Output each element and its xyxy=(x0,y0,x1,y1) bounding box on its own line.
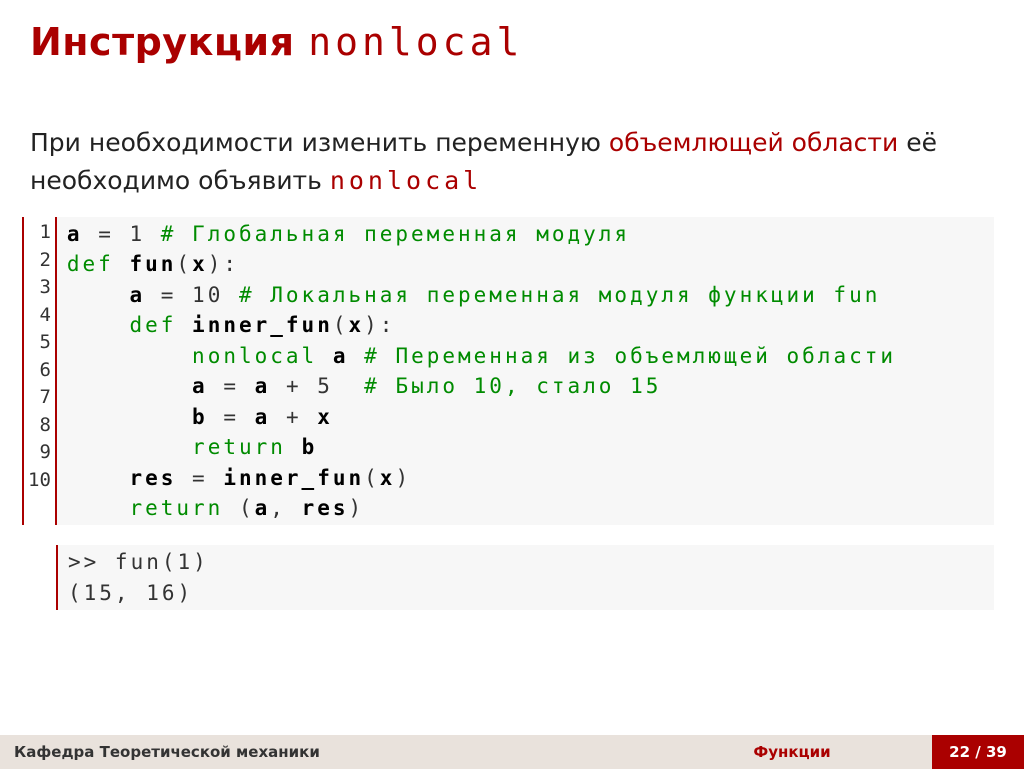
line-number: 9 xyxy=(28,439,51,467)
code-line: return (a, res) xyxy=(67,493,986,523)
code-gutter: 12345678910 xyxy=(24,217,57,525)
line-number: 5 xyxy=(28,329,51,357)
code-line: return b xyxy=(67,432,986,462)
footer-left: Кафедра Теоретической механики xyxy=(0,735,652,769)
line-number: 4 xyxy=(28,302,51,330)
line-number: 6 xyxy=(28,357,51,385)
code-block-main: 12345678910 a = 1 # Глобальная переменна… xyxy=(22,217,994,525)
line-number: 1 xyxy=(28,219,51,247)
code-line: a = 10 # Локальная переменная модуля фун… xyxy=(67,280,986,310)
footer-page: 22 / 39 xyxy=(932,735,1024,769)
para-pre: При необходимости изменить переменную xyxy=(30,128,609,157)
code-line: a = 1 # Глобальная переменная модуля xyxy=(67,219,986,249)
code-line: b = a + x xyxy=(67,402,986,432)
code-line: def inner_fun(x): xyxy=(67,310,986,340)
para-mono: nonlocal xyxy=(330,166,482,195)
title-prefix: Инструкция xyxy=(30,20,308,64)
output-lines: >> fun(1)(15, 16) xyxy=(58,545,994,610)
line-number: 10 xyxy=(28,467,51,495)
output-line: >> fun(1) xyxy=(68,547,986,577)
slide-content: Инструкция nonlocal При необходимости из… xyxy=(0,0,1024,610)
title-mono: nonlocal xyxy=(308,20,523,64)
slide-paragraph: При необходимости изменить переменную об… xyxy=(30,124,994,199)
code-line: a = a + 5 # Было 10, стало 15 xyxy=(67,371,986,401)
code-line: nonlocal a # Переменная из объемлющей об… xyxy=(67,341,986,371)
line-number: 2 xyxy=(28,247,51,275)
code-lines: a = 1 # Глобальная переменная модуляdef … xyxy=(55,217,994,525)
code-line: def fun(x): xyxy=(67,249,986,279)
output-block: >> fun(1)(15, 16) xyxy=(56,545,994,610)
footer-mid: Функции xyxy=(652,735,932,769)
line-number: 7 xyxy=(28,384,51,412)
line-number: 8 xyxy=(28,412,51,440)
para-highlight: объемлющей области xyxy=(609,128,898,157)
footer: Кафедра Теоретической механики Функции 2… xyxy=(0,735,1024,769)
slide-title: Инструкция nonlocal xyxy=(30,20,994,64)
output-line: (15, 16) xyxy=(68,578,986,608)
line-number: 3 xyxy=(28,274,51,302)
code-line: res = inner_fun(x) xyxy=(67,463,986,493)
